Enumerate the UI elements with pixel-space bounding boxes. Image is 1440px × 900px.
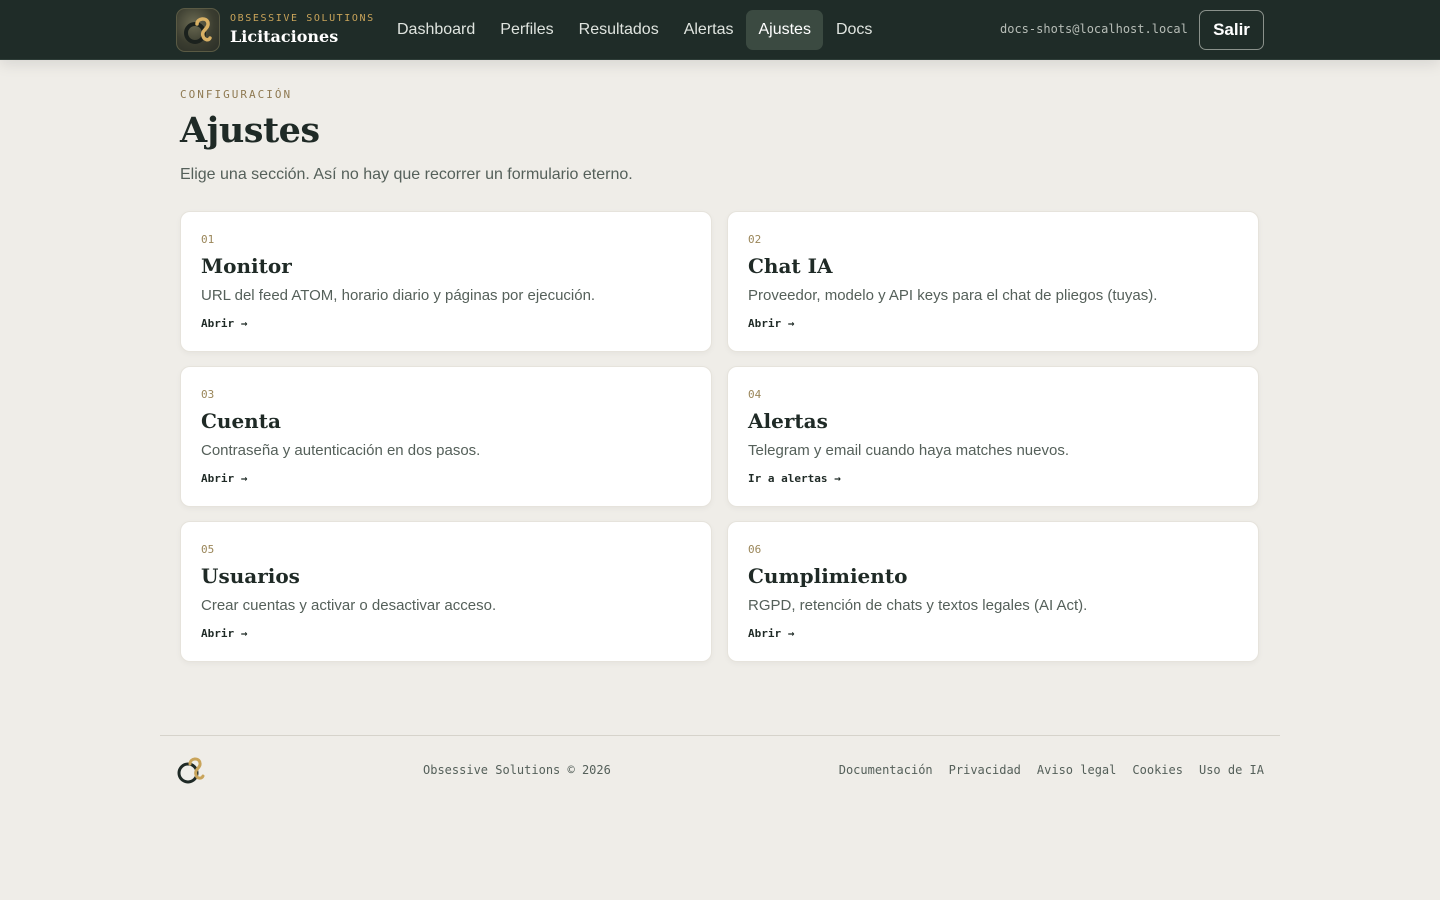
card-number: 06: [748, 543, 762, 556]
footer-divider: [160, 735, 1280, 736]
card-title: Alertas: [748, 409, 828, 433]
brand-kicker: OBSESSIVE SOLUTIONS: [230, 13, 375, 24]
card-description: URL del feed ATOM, horario diario y pági…: [201, 287, 596, 304]
card-number: 01: [201, 233, 215, 246]
settings-card-monitor[interactable]: 01 Monitor URL del feed ATOM, horario di…: [180, 211, 712, 352]
card-open-link[interactable]: Abrir →: [201, 472, 247, 485]
card-open-link[interactable]: Abrir →: [748, 627, 794, 640]
card-open-link[interactable]: Abrir →: [748, 317, 794, 330]
nav-dashboard[interactable]: Dashboard: [385, 10, 487, 50]
brand-logo-icon: [176, 8, 220, 52]
card-number: 03: [201, 388, 215, 401]
settings-card-cumplimiento[interactable]: 06 Cumplimiento RGPD, retención de chats…: [727, 521, 1259, 662]
card-description: Proveedor, modelo y API keys para el cha…: [748, 287, 1158, 304]
footer-link-privacidad[interactable]: Privacidad: [949, 763, 1021, 777]
card-description: Crear cuentas y activar o desactivar acc…: [201, 597, 497, 614]
card-number: 04: [748, 388, 762, 401]
footer-link-uso-ia[interactable]: Uso de IA: [1199, 763, 1264, 777]
card-description: RGPD, retención de chats y textos legale…: [748, 597, 1088, 614]
card-title: Monitor: [201, 254, 292, 278]
card-open-link[interactable]: Abrir →: [201, 317, 247, 330]
nav-perfiles[interactable]: Perfiles: [488, 10, 565, 50]
footer-link-aviso-legal[interactable]: Aviso legal: [1037, 763, 1116, 777]
card-title: Usuarios: [201, 564, 300, 588]
footer-logo-icon: [175, 755, 207, 785]
footer-links: Documentación Privacidad Aviso legal Coo…: [823, 763, 1264, 777]
nav-docs[interactable]: Docs: [824, 10, 884, 50]
card-description: Telegram y email cuando haya matches nue…: [748, 442, 1070, 459]
nav-resultados[interactable]: Resultados: [567, 10, 671, 50]
card-number: 05: [201, 543, 215, 556]
card-title: Cumplimiento: [748, 564, 908, 588]
brand-text: OBSESSIVE SOLUTIONS Licitaciones: [230, 13, 375, 47]
card-title: Chat IA: [748, 254, 833, 278]
top-navbar: OBSESSIVE SOLUTIONS Licitaciones Dashboa…: [0, 0, 1440, 60]
section-kicker: CONFIGURACIÓN: [180, 88, 293, 101]
card-open-link[interactable]: Abrir →: [201, 627, 247, 640]
main-nav: Dashboard Perfiles Resultados Alertas Aj…: [385, 10, 885, 50]
user-email: docs-shots@localhost.local: [1000, 22, 1188, 36]
card-number: 02: [748, 233, 762, 246]
card-go-alerts-link[interactable]: Ir a alertas →: [748, 472, 841, 485]
page-title: Ajustes: [180, 110, 320, 151]
footer-link-cookies[interactable]: Cookies: [1132, 763, 1183, 777]
nav-ajustes[interactable]: Ajustes: [746, 10, 823, 50]
settings-card-alertas[interactable]: 04 Alertas Telegram y email cuando haya …: [727, 366, 1259, 507]
settings-card-chat-ia[interactable]: 02 Chat IA Proveedor, modelo y API keys …: [727, 211, 1259, 352]
page-subtitle: Elige una sección. Así no hay que recorr…: [180, 166, 633, 183]
nav-alertas[interactable]: Alertas: [672, 10, 746, 50]
settings-card-cuenta[interactable]: 03 Cuenta Contraseña y autenticación en …: [180, 366, 712, 507]
brand-name: Licitaciones: [230, 27, 339, 46]
footer-copyright: Obsessive Solutions © 2026: [423, 763, 611, 777]
card-description: Contraseña y autenticación en dos pasos.: [201, 442, 481, 459]
settings-card-usuarios[interactable]: 05 Usuarios Crear cuentas y activar o de…: [180, 521, 712, 662]
footer-link-documentacion[interactable]: Documentación: [839, 763, 933, 777]
logout-button[interactable]: Salir: [1199, 10, 1264, 50]
brand[interactable]: OBSESSIVE SOLUTIONS Licitaciones: [176, 8, 375, 52]
card-title: Cuenta: [201, 409, 281, 433]
